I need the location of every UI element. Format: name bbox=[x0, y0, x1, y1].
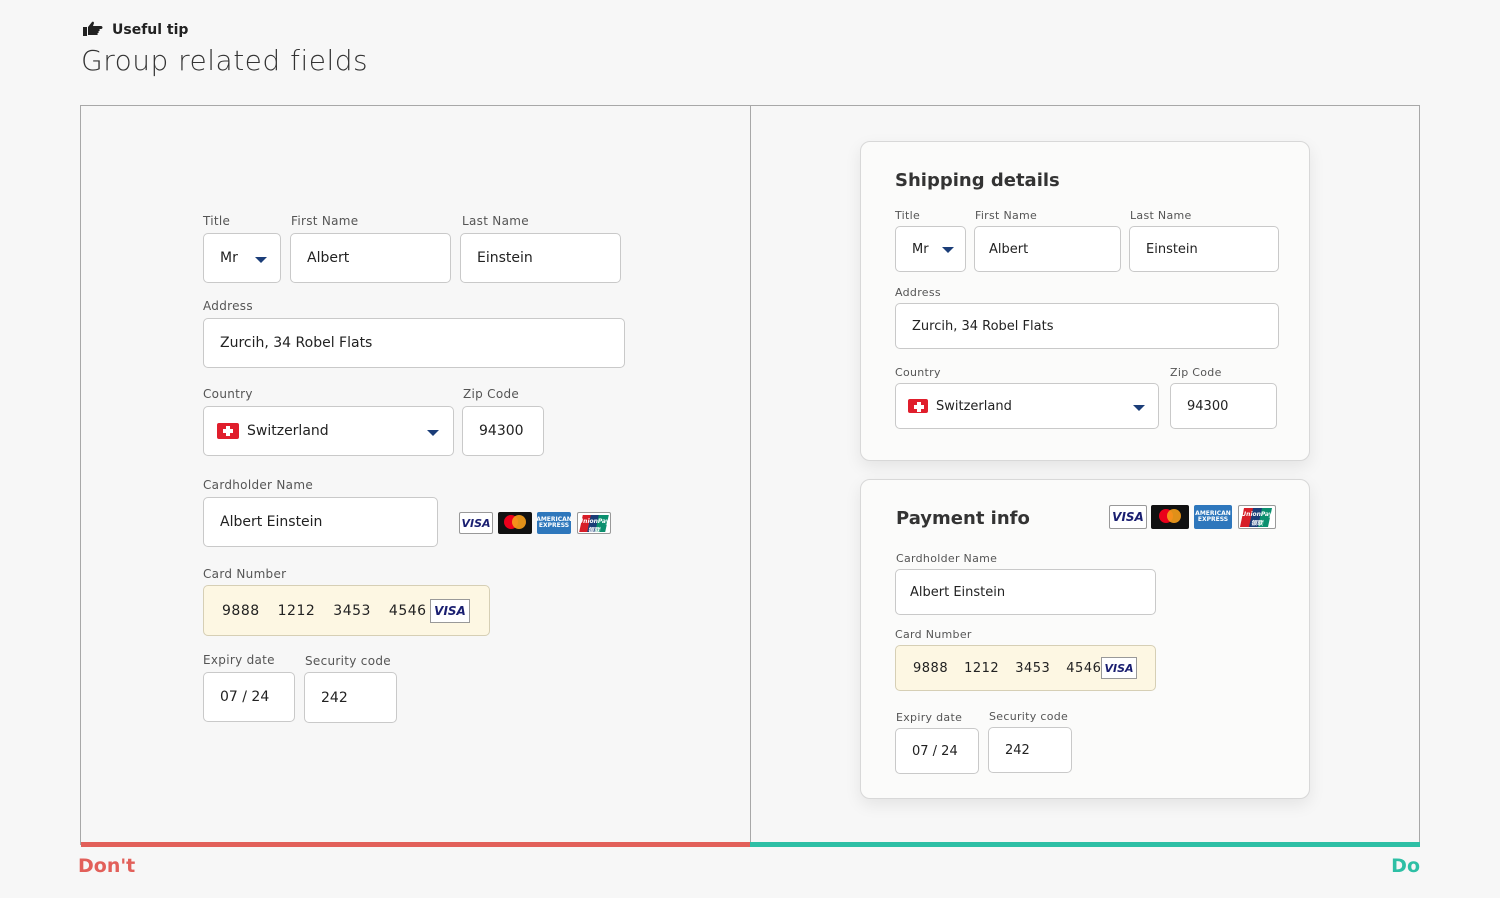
tip-label: Useful tip bbox=[112, 22, 189, 38]
first-name-field[interactable]: Albert bbox=[290, 233, 451, 283]
cardholder-value: Albert Einstein bbox=[220, 514, 323, 530]
zip-field[interactable]: 94300 bbox=[462, 406, 544, 456]
cvc-value: 242 bbox=[1005, 742, 1030, 758]
expiry-field[interactable]: 07 / 24 bbox=[895, 728, 979, 774]
last-name-field[interactable]: Einstein bbox=[1129, 226, 1279, 272]
expiry-label: Expiry date bbox=[203, 653, 275, 667]
last-name-value: Einstein bbox=[477, 250, 533, 266]
country-value: Switzerland bbox=[247, 423, 329, 439]
last-name-value: Einstein bbox=[1146, 241, 1198, 257]
address-value: Zurcih, 34 Robel Flats bbox=[220, 335, 373, 351]
pointing-hand-icon bbox=[83, 21, 103, 36]
visa-badge-icon: VISA bbox=[1101, 657, 1137, 679]
card-number-group: 3453 bbox=[1015, 660, 1051, 676]
cvc-field[interactable]: 242 bbox=[304, 672, 397, 723]
frame-divider bbox=[750, 105, 751, 845]
title-select[interactable]: Mr bbox=[895, 226, 966, 272]
cvc-field[interactable]: 242 bbox=[988, 727, 1072, 773]
title-label: Title bbox=[895, 209, 921, 222]
last-name-label: Last Name bbox=[1130, 209, 1192, 222]
payment-panel: Payment info VISA AMERICAN EXPRESS Union… bbox=[860, 479, 1310, 799]
address-field[interactable]: Zurcih, 34 Robel Flats bbox=[895, 303, 1279, 349]
cardholder-field[interactable]: Albert Einstein bbox=[203, 497, 438, 547]
payment-title: Payment info bbox=[896, 508, 1030, 529]
mastercard-logo-icon bbox=[1151, 505, 1189, 529]
shipping-title: Shipping details bbox=[895, 170, 1060, 191]
cvc-value: 242 bbox=[321, 689, 348, 706]
swiss-flag-icon bbox=[217, 423, 239, 439]
card-number-group: 1212 bbox=[277, 602, 316, 619]
card-number-label: Card Number bbox=[203, 567, 287, 581]
visa-badge-icon: VISA bbox=[430, 599, 470, 623]
address-value: Zurcih, 34 Robel Flats bbox=[912, 318, 1054, 334]
title-value: Mr bbox=[220, 250, 238, 266]
cardholder-label: Cardholder Name bbox=[203, 478, 314, 492]
title-select[interactable]: Mr bbox=[203, 233, 281, 283]
first-name-value: Albert bbox=[307, 250, 350, 266]
swiss-flag-icon bbox=[908, 399, 928, 413]
dont-bar bbox=[81, 842, 750, 847]
address-field[interactable]: Zurcih, 34 Robel Flats bbox=[203, 318, 625, 368]
card-number-group: 3453 bbox=[333, 602, 371, 619]
zip-field[interactable]: 94300 bbox=[1170, 383, 1277, 429]
zip-value: 94300 bbox=[1187, 398, 1229, 414]
expiry-label: Expiry date bbox=[896, 711, 963, 724]
chevron-down-icon bbox=[427, 430, 439, 436]
chevron-down-icon bbox=[1133, 405, 1145, 411]
mastercard-logo-icon bbox=[498, 512, 532, 534]
amex-logo-icon: AMERICAN EXPRESS bbox=[536, 512, 572, 534]
card-number-label: Card Number bbox=[895, 628, 972, 641]
cardholder-value: Albert Einstein bbox=[910, 584, 1006, 600]
first-name-label: First Name bbox=[291, 214, 359, 228]
last-name-label: Last Name bbox=[462, 214, 529, 228]
first-name-value: Albert bbox=[989, 241, 1029, 257]
title-label: Title bbox=[203, 214, 231, 228]
zip-label: Zip Code bbox=[1170, 366, 1222, 379]
amex-logo-icon: AMERICAN EXPRESS bbox=[1194, 505, 1232, 529]
chevron-down-icon bbox=[255, 257, 267, 263]
unionpay-logo-icon: UnionPay 银联 bbox=[577, 512, 611, 534]
first-name-field[interactable]: Albert bbox=[974, 226, 1121, 272]
title-value: Mr bbox=[912, 241, 929, 257]
country-label: Country bbox=[895, 366, 941, 379]
first-name-label: First Name bbox=[975, 209, 1038, 222]
country-select[interactable]: Switzerland bbox=[895, 383, 1159, 429]
cvc-label: Security code bbox=[989, 710, 1069, 723]
unionpay-logo-icon: UnionPay 银联 bbox=[1238, 505, 1276, 529]
card-number-group: 4546 bbox=[388, 602, 427, 619]
chevron-down-icon bbox=[942, 247, 954, 253]
card-number-field[interactable]: 9888 1212 3453 4546 VISA bbox=[203, 585, 490, 636]
visa-logo-icon: VISA bbox=[459, 512, 493, 534]
page-title: Group related fields bbox=[81, 44, 369, 77]
zip-value: 94300 bbox=[479, 423, 524, 439]
cardholder-field[interactable]: Albert Einstein bbox=[895, 569, 1156, 615]
country-label: Country bbox=[203, 387, 253, 401]
dont-label: Don't bbox=[78, 855, 136, 877]
do-bar bbox=[750, 842, 1420, 847]
do-label: Do bbox=[1391, 855, 1420, 877]
address-label: Address bbox=[203, 299, 253, 313]
visa-logo-icon: VISA bbox=[1109, 505, 1147, 529]
zip-label: Zip Code bbox=[463, 387, 520, 401]
card-number-group: 9888 bbox=[913, 660, 949, 676]
address-label: Address bbox=[895, 286, 941, 299]
expiry-value: 07 / 24 bbox=[220, 689, 270, 705]
card-number-group: 1212 bbox=[964, 660, 1000, 676]
cardholder-label: Cardholder Name bbox=[896, 552, 998, 565]
last-name-field[interactable]: Einstein bbox=[460, 233, 621, 283]
country-select[interactable]: Switzerland bbox=[203, 406, 454, 456]
expiry-field[interactable]: 07 / 24 bbox=[203, 672, 295, 722]
country-value: Switzerland bbox=[936, 398, 1012, 414]
expiry-value: 07 / 24 bbox=[912, 743, 958, 759]
cvc-label: Security code bbox=[305, 654, 391, 668]
card-number-group: 9888 bbox=[222, 602, 260, 619]
card-number-group: 4546 bbox=[1066, 660, 1102, 676]
card-number-field[interactable]: 9888 1212 3453 4546 VISA bbox=[895, 645, 1156, 691]
shipping-panel: Shipping details Title First Name Last N… bbox=[860, 141, 1310, 461]
